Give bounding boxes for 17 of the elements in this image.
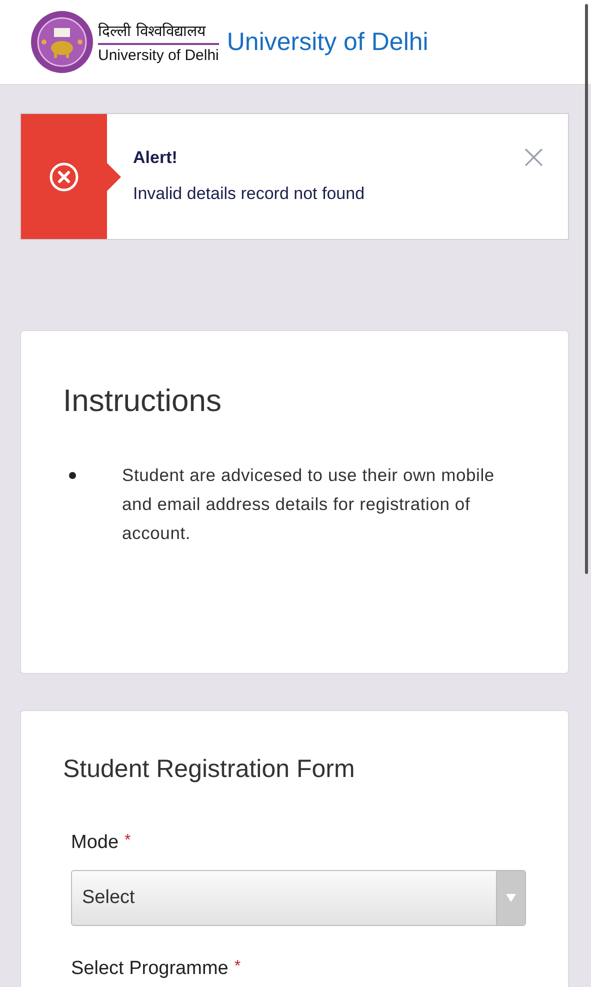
instructions-heading: Instructions <box>63 383 223 419</box>
bullet-icon <box>69 472 76 479</box>
form-heading: Student Registration Form <box>63 755 356 784</box>
alert-message: Invalid details record not found <box>133 184 365 204</box>
logo-english-text: University of Delhi <box>98 46 219 64</box>
error-icon <box>49 162 79 192</box>
logo-hindi-text: दिल्ली विश्वविद्यालय <box>98 20 219 45</box>
site-title: University of Delhi <box>226 28 428 56</box>
field-label: Mode <box>71 832 119 854</box>
required-mark: * <box>124 832 131 851</box>
field-label: Select Programme <box>71 958 228 980</box>
emblem-icon <box>30 10 94 74</box>
instruction-text: Student are advicesed to use their own mobile and email address details for registration of account. <box>122 464 496 545</box>
select-dropdown[interactable]: Select <box>71 870 526 926</box>
dropdown-arrow-icon <box>505 893 517 903</box>
required-mark: * <box>234 958 241 977</box>
alert-title: Alert! <box>133 148 178 168</box>
